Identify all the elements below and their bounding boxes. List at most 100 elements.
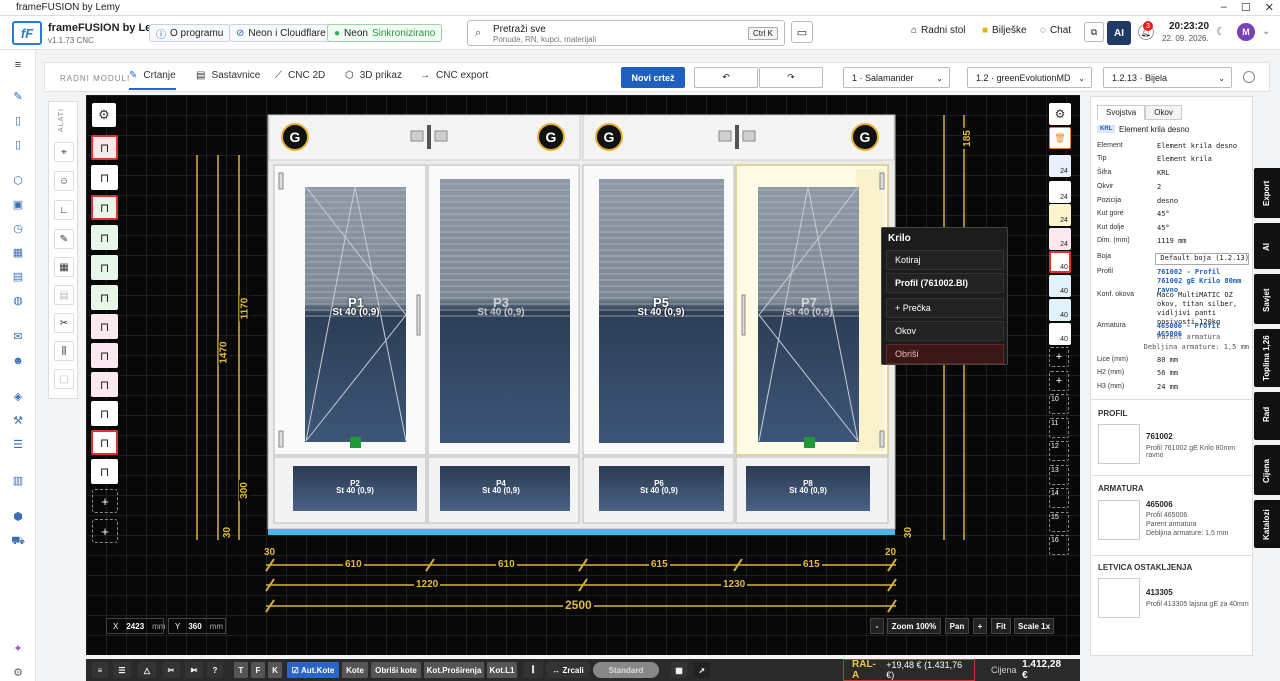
close-icon[interactable]: ✕ [1265, 1, 1274, 14]
sparkle-icon[interactable]: ✦ [11, 642, 25, 656]
tools-icon[interactable]: ⚒ [11, 414, 25, 428]
triangle-icon[interactable]: △ [138, 662, 156, 678]
minimize-icon[interactable]: – [1221, 1, 1227, 14]
dim-label[interactable]: 30 [903, 527, 914, 538]
side-tab-toplina[interactable]: Toplina 1,26 [1254, 329, 1280, 387]
profile-slot[interactable]: 11 [1049, 418, 1069, 438]
dim-label[interactable]: 1470 [218, 339, 230, 366]
maximize-icon[interactable]: ☐ [1241, 1, 1251, 14]
status-circle-icon[interactable] [1243, 71, 1255, 83]
mail-icon[interactable]: ✉ [11, 330, 25, 344]
drawing-canvas[interactable]: ⚙ ⊓ ⊓ ⊓ ⊓ ⊓ ⊓ ⊓ ⊓ ⊓ ⊓ ⊓ ⊓ + + G G G G P1… [86, 95, 1080, 655]
calendar-icon[interactable]: ▦ [11, 246, 25, 260]
dim-label[interactable]: 1170 [239, 295, 251, 322]
dim-label[interactable]: 610 [343, 559, 364, 570]
tab-cnc-2d[interactable]: ⟋ CNC 2D [275, 70, 325, 81]
profile-24-icon[interactable]: 24 [1049, 228, 1071, 250]
tab-3d-prikaz[interactable]: ⬡ 3D prikaz [345, 70, 402, 81]
profile-select[interactable]: 1.2 · greenEvolutionMD ⌄ [967, 67, 1092, 88]
view-t-button[interactable]: T [234, 662, 248, 678]
new-drawing-button[interactable]: Novi crtež [621, 67, 685, 88]
box-icon[interactable]: ⬢ [11, 510, 25, 524]
pan-button[interactable]: Pan [945, 618, 969, 634]
document-icon[interactable]: ▯ [11, 114, 25, 128]
report-icon[interactable]: ▤ [11, 270, 25, 284]
split-icon[interactable]: ⫿ [523, 662, 543, 678]
profile-slot[interactable]: 15 [1049, 512, 1069, 532]
neon-cloudflare-button[interactable]: ⊘ Neon i Cloudflare [229, 24, 333, 42]
cart-icon[interactable]: ⛟ [11, 534, 25, 548]
grid-tool-icon[interactable]: ▦ [54, 257, 74, 277]
dim-label[interactable]: 20 [885, 547, 896, 558]
clock-icon[interactable]: ◷ [11, 222, 25, 236]
side-tab-savjet[interactable]: Savjet [1254, 274, 1280, 324]
library-tool-icon[interactable]: ⫼ [54, 341, 74, 361]
tab-sastavnice[interactable]: ▤ Sastavnice [196, 70, 260, 81]
delete-dims-button[interactable]: Obriši kote [371, 662, 421, 678]
grid-icon[interactable]: ▦ [671, 662, 687, 678]
dim-total-label[interactable]: 2500 [563, 598, 594, 612]
help-icon[interactable]: ? [207, 662, 223, 678]
add-slot-button[interactable]: + [1049, 347, 1069, 367]
redo-button[interactable]: ↷ [759, 67, 823, 88]
tab-crtanje[interactable]: ✎ Crtanje [129, 70, 176, 90]
shapes-icon[interactable]: ◈ [11, 390, 25, 404]
profile-40-icon[interactable]: 40 [1049, 251, 1071, 273]
scale-button[interactable]: Scale 1x [1014, 618, 1054, 634]
cursor-icon[interactable]: ➚ [694, 662, 710, 678]
note-tool-icon[interactable]: ▢ [54, 369, 74, 389]
menu-item-okov[interactable]: Okov [886, 321, 1004, 341]
dims-l1-button[interactable]: Kot.L1 [487, 662, 517, 678]
side-tab-rad[interactable]: Rad [1254, 392, 1280, 440]
monitor-icon[interactable]: ▭ [791, 21, 813, 43]
tab-okov[interactable]: Okov [1145, 105, 1182, 120]
dims-button[interactable]: Kote [342, 662, 368, 678]
cube-icon[interactable]: ⬡ [11, 174, 25, 188]
profile-24-icon[interactable]: 24 [1049, 204, 1071, 226]
dim-label[interactable]: 610 [496, 559, 517, 570]
menu-item-precka[interactable]: + Prečka [886, 298, 1004, 318]
avatar[interactable]: M [1237, 23, 1255, 41]
dim-label[interactable]: 1220 [414, 579, 441, 590]
globe-icon[interactable]: ◍ [11, 294, 25, 308]
dim-label[interactable]: 185 [961, 128, 973, 149]
view-k-button[interactable]: K [268, 662, 282, 678]
corner-tool-icon[interactable]: ∟ [54, 200, 74, 220]
sliders-icon[interactable]: ☰ [11, 438, 25, 452]
add-slot-button[interactable]: + [1049, 371, 1069, 391]
menu-icon[interactable]: ≡ [11, 58, 25, 72]
profil-thumbnail[interactable] [1098, 424, 1140, 464]
mirror-button[interactable]: ↔ Zrcali [546, 662, 590, 678]
menu-item-obrisi[interactable]: Obriši [886, 344, 1004, 364]
ext-dims-button[interactable]: Kot.Proširenja [424, 662, 484, 678]
measure-tool-icon[interactable]: ⌖ [54, 142, 74, 162]
dim-label[interactable]: 615 [649, 559, 670, 570]
profile-40-icon[interactable]: 40 [1049, 275, 1071, 297]
ai-button[interactable]: AI [1107, 21, 1131, 45]
desk-button[interactable]: ⌂ Radni stol [911, 25, 966, 36]
gap-label[interactable]: G [537, 123, 565, 151]
drawing-icon[interactable]: ✎ [11, 90, 25, 104]
view-f-button[interactable]: F [251, 662, 265, 678]
gap-label[interactable]: G [595, 123, 623, 151]
menu-icon[interactable]: ≡ [92, 662, 108, 678]
zoom-level-button[interactable]: Zoom 100% [887, 618, 941, 634]
scissors-icon[interactable]: ✄ [185, 662, 203, 678]
dim-label[interactable]: 30 [264, 547, 275, 558]
ral-price[interactable]: RAL-A +19,48 € (1.431,76 €) [843, 659, 975, 681]
theme-icon[interactable]: ☾ [1216, 25, 1226, 38]
windows-icon[interactable]: ⧉ [1084, 22, 1104, 42]
settings-icon[interactable]: ⚙ [11, 666, 25, 680]
pen-tool-icon[interactable]: ✎ [54, 229, 74, 249]
neon-status-badge[interactable]: ● Neon Sinkronizirano [327, 24, 443, 42]
about-button[interactable]: ⓘ O programu [149, 24, 231, 42]
notes-button[interactable]: ■ Bilješke [982, 25, 1027, 36]
armatura-thumbnail[interactable] [1098, 500, 1140, 540]
trash-icon[interactable]: 🗑︎ [1049, 127, 1071, 149]
dim-label[interactable]: 30 [222, 527, 233, 538]
chat-button[interactable]: ◌ Chat [1040, 25, 1071, 36]
chevron-down-icon[interactable]: ⌄ [1262, 26, 1270, 37]
auto-dims-toggle[interactable]: ☑ Aut.Kote [287, 662, 339, 678]
tab-svojstva[interactable]: Svojstva [1097, 105, 1146, 120]
undo-button[interactable]: ↶ [694, 67, 758, 88]
